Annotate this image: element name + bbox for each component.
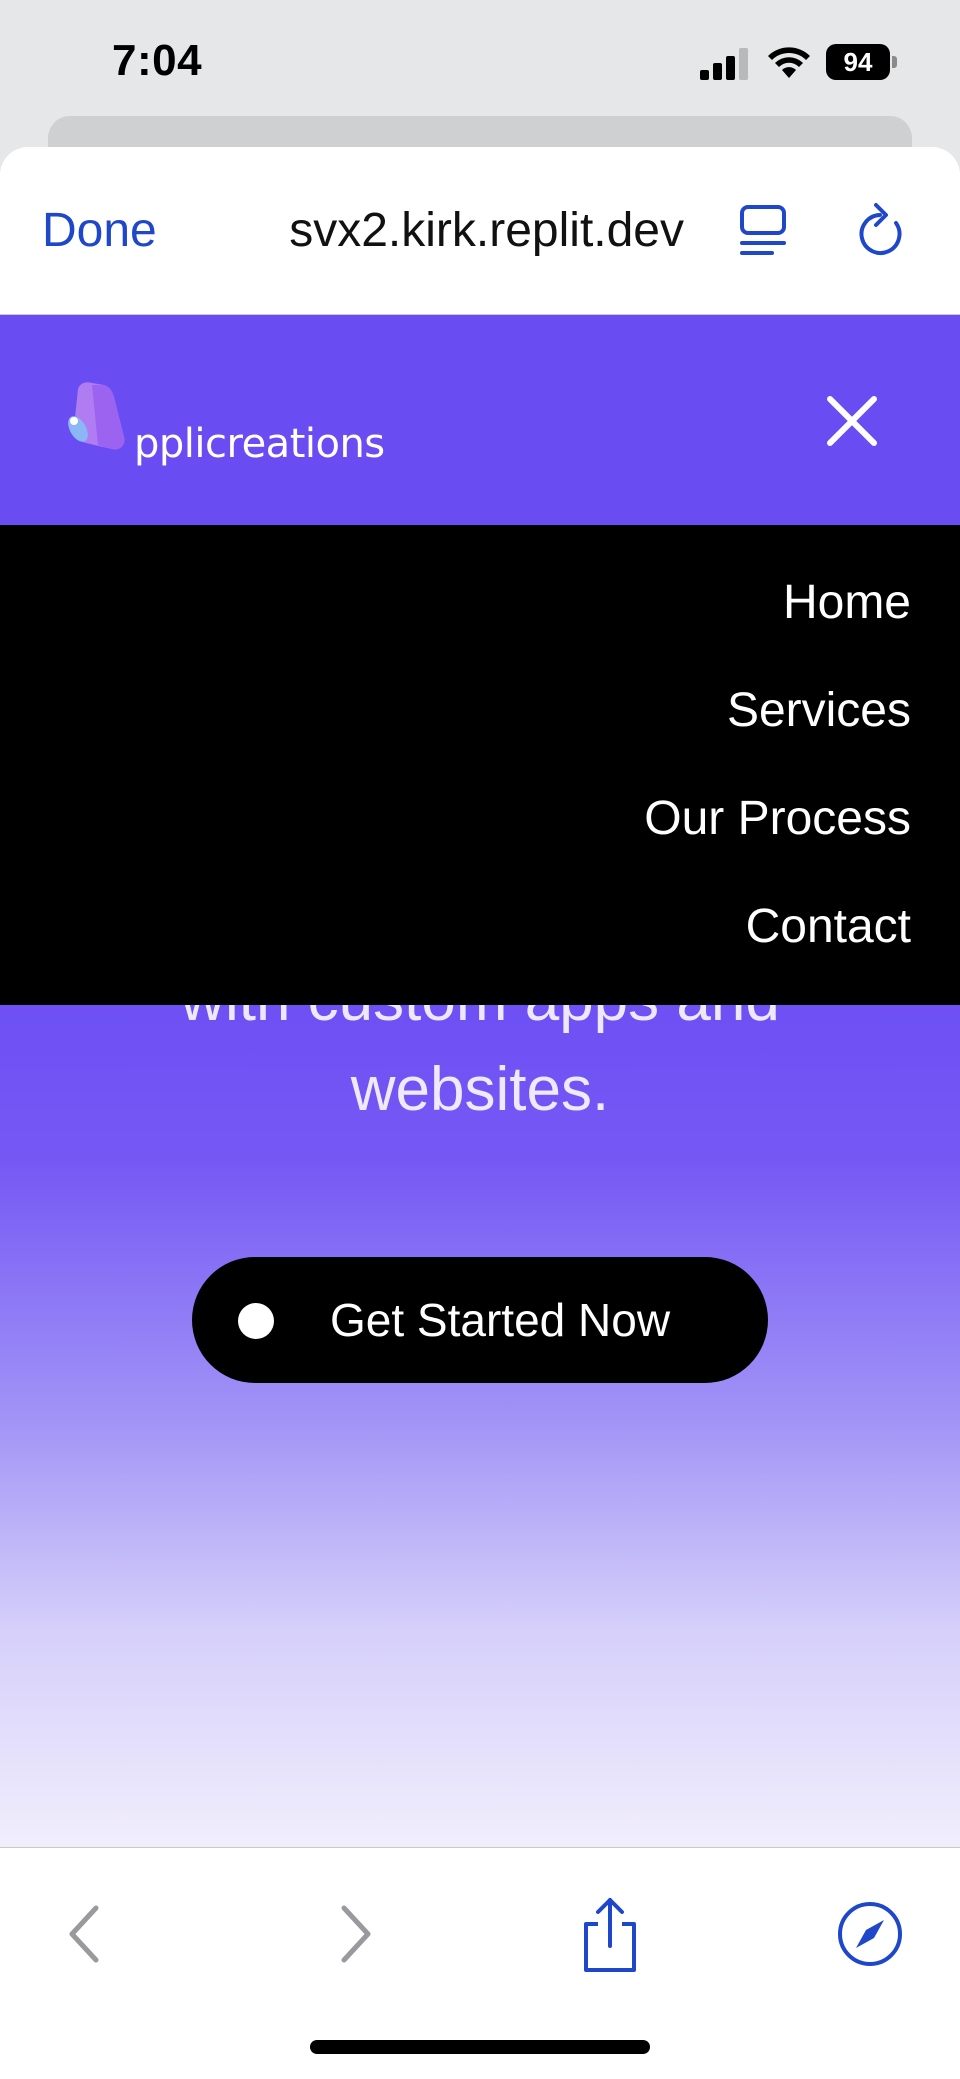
site-logo[interactable]: pplicreations	[64, 381, 385, 481]
home-indicator	[310, 2040, 650, 2054]
done-button[interactable]: Done	[42, 203, 157, 258]
browser-toolbar	[0, 1847, 960, 2079]
menu-item-services[interactable]: Services	[727, 683, 911, 738]
get-started-label: Get Started Now	[330, 1294, 671, 1346]
status-bar: 7:04 94	[0, 0, 960, 120]
reader-icon[interactable]	[738, 203, 790, 259]
battery-tip	[892, 56, 897, 68]
signal-icon	[700, 48, 748, 80]
compass-icon[interactable]	[830, 1894, 910, 1974]
status-time: 7:04	[112, 36, 203, 85]
back-icon[interactable]	[46, 1894, 126, 1974]
battery-level: 94	[826, 44, 890, 80]
logo-mark-icon	[68, 382, 125, 450]
cta-dot-icon	[238, 1303, 274, 1339]
menu-item-home[interactable]: Home	[783, 575, 911, 630]
phone-screen: 7:04 94 Done svx2.kirk.replit.dev websit…	[0, 0, 960, 2079]
battery-icon: 94	[826, 44, 898, 80]
menu-item-contact[interactable]: Contact	[746, 899, 911, 954]
wifi-icon	[768, 47, 810, 78]
url-display[interactable]: svx2.kirk.replit.dev	[214, 203, 684, 258]
menu-item-our-process[interactable]: Our Process	[644, 791, 911, 846]
forward-icon[interactable]	[314, 1894, 394, 1974]
share-icon[interactable]	[570, 1894, 650, 1974]
mobile-menu: Home Services Our Process Contact	[0, 525, 960, 1005]
url-fade	[214, 197, 242, 267]
hero-line-2: websites.	[350, 1055, 610, 1124]
browser-header: Done svx2.kirk.replit.dev	[0, 147, 960, 315]
close-icon[interactable]	[824, 393, 880, 449]
web-content: with custom apps and websites. pplicreat…	[0, 315, 960, 1847]
logo-text: pplicreations	[134, 421, 385, 467]
reload-icon[interactable]	[852, 201, 908, 261]
get-started-button[interactable]: Get Started Now	[192, 1257, 768, 1383]
site-header: pplicreations	[0, 315, 960, 525]
